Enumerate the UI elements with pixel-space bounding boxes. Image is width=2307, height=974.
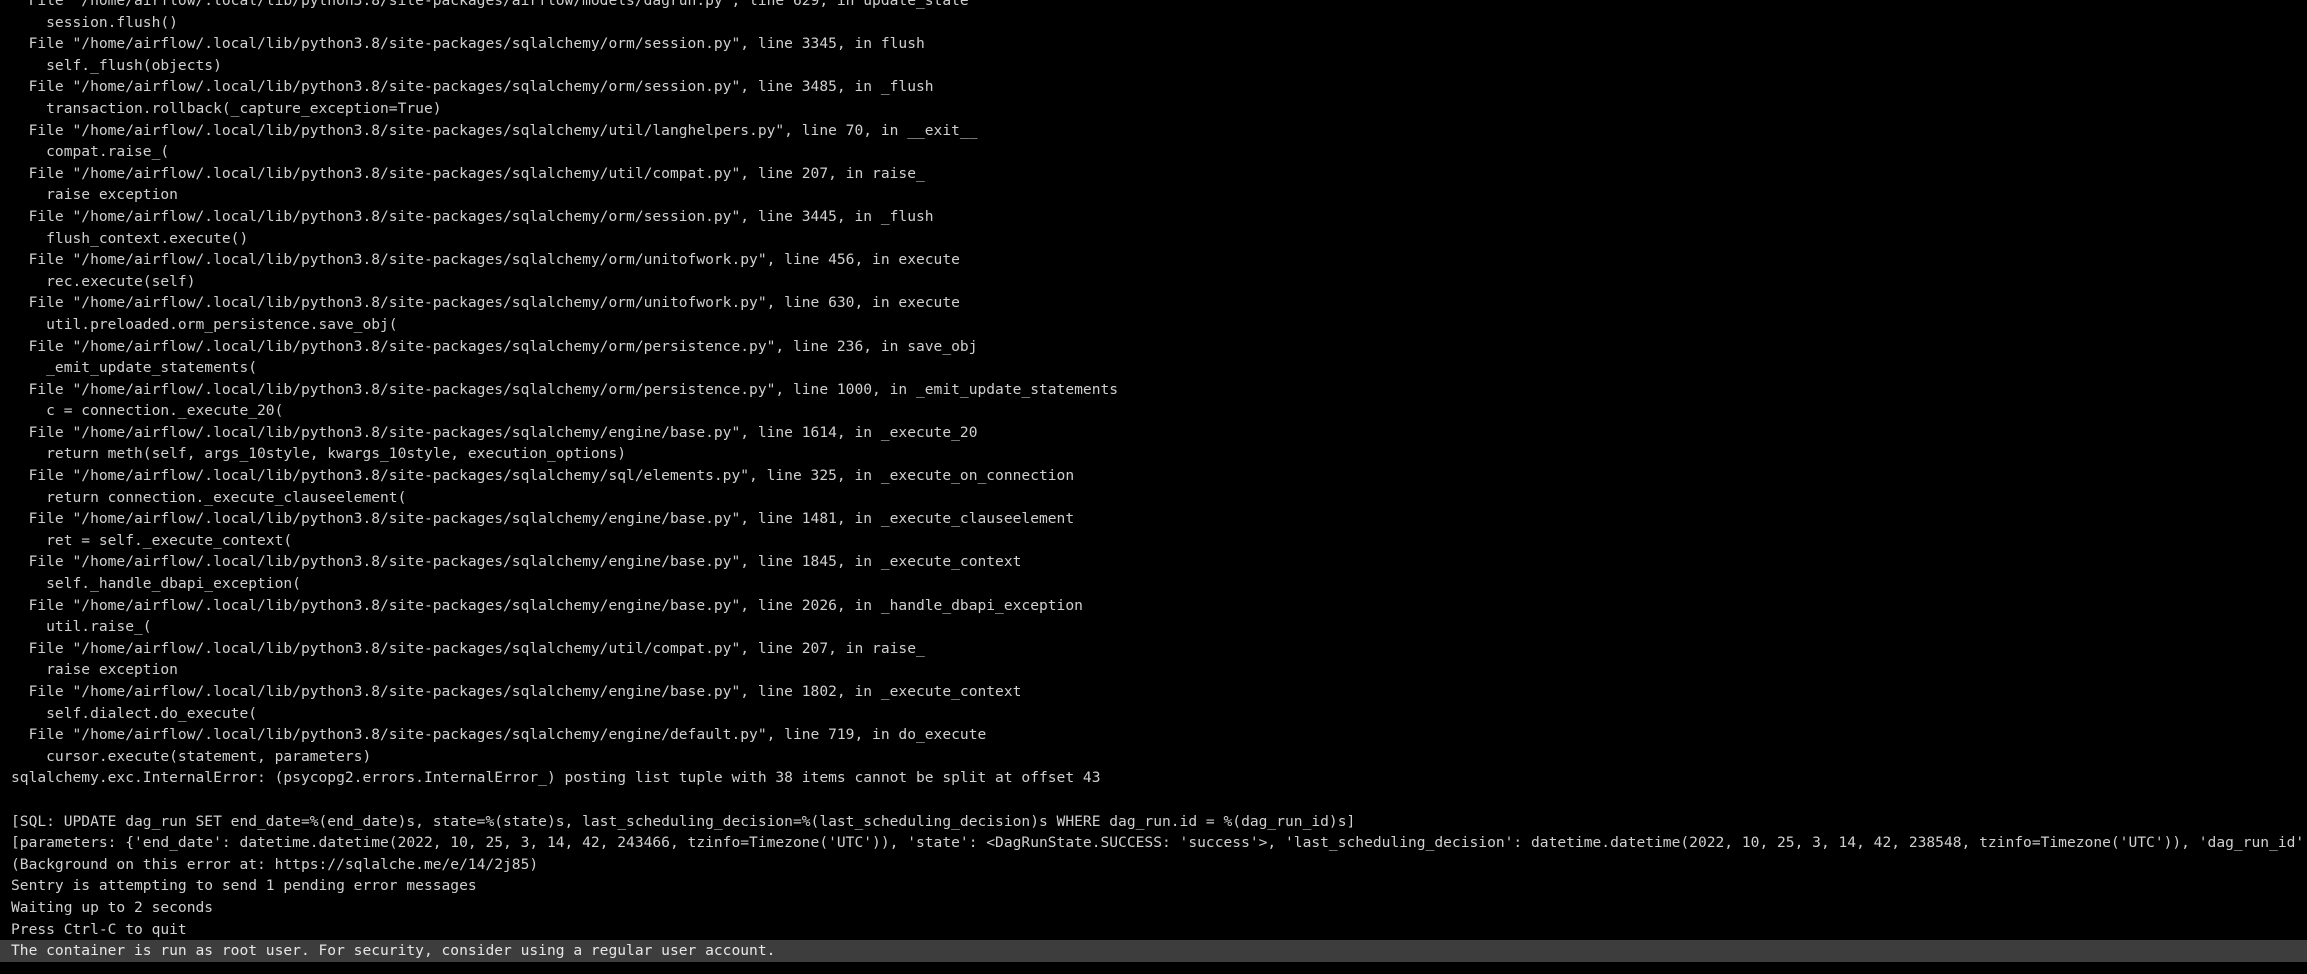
terminal-line: rec.execute(self): [11, 272, 196, 290]
terminal-line: compat.raise_(: [11, 143, 170, 161]
terminal-line: self.dialect.do_execute(: [11, 704, 258, 722]
terminal-line: File "/home/airflow/.local/lib/python3.8…: [11, 423, 978, 441]
terminal-line: transaction.rollback(_capture_exception=…: [11, 99, 442, 117]
terminal-line: _emit_update_statements(: [11, 359, 258, 377]
terminal-line: util.preloaded.orm_persistence.save_obj(: [11, 315, 398, 333]
terminal-line: File "/home/airflow/.local/lib/python3.8…: [11, 337, 978, 355]
terminal-line: raise exception: [11, 186, 178, 204]
terminal-line: File "/home/airflow/.local/lib/python3.8…: [11, 121, 978, 139]
sql-statement-line: [SQL: UPDATE dag_run SET end_date=%(end_…: [11, 812, 1356, 830]
terminal-line: File "/home/airflow/.local/lib/python3.8…: [11, 639, 925, 657]
error-message-line: sqlalchemy.exc.InternalError: (psycopg2.…: [11, 769, 1101, 787]
container-status-bar: The container is run as root user. For s…: [0, 940, 2307, 962]
terminal-line: Waiting up to 2 seconds: [11, 898, 214, 916]
terminal-line: self._handle_dbapi_exception(: [11, 575, 301, 593]
terminal-line: File "/home/airflow/.local/lib/python3.8…: [11, 164, 925, 182]
terminal-line: Press Ctrl-C to quit: [11, 920, 187, 938]
terminal-line: File "/home/airflow/.local/lib/python3.8…: [11, 78, 934, 96]
terminal-line: cursor.execute(statement, parameters): [11, 747, 372, 765]
terminal-line: File "/home/airflow/.local/lib/python3.8…: [11, 467, 1075, 485]
terminal-line: self._flush(objects): [11, 56, 222, 74]
terminal-line: File "/home/airflow/.local/lib/python3.8…: [11, 35, 925, 53]
terminal-window[interactable]: File "/home/airflow/.local/lib/python3.8…: [0, 0, 2307, 974]
terminal-line: File "/home/airflow/.local/lib/python3.8…: [11, 553, 1022, 571]
terminal-line: File "/home/airflow/.local/lib/python3.8…: [11, 683, 1022, 700]
terminal-line: flush_context.execute(): [11, 229, 249, 247]
terminal-line: ret = self._execute_context(: [11, 531, 293, 549]
terminal-line: File "/home/airflow/.local/lib/python3.8…: [11, 596, 1083, 614]
terminal-output: File "/home/airflow/.local/lib/python3.8…: [11, 0, 2307, 940]
terminal-line: session.flush(): [11, 13, 178, 31]
terminal-line: File "/home/airflow/.local/lib/python3.8…: [11, 0, 969, 9]
terminal-line: File "/home/airflow/.local/lib/python3.8…: [11, 251, 960, 269]
terminal-line: File "/home/airflow/.local/lib/python3.8…: [11, 207, 934, 225]
terminal-line: return connection._execute_clauseelement…: [11, 488, 407, 506]
terminal-line: util.raise_(: [11, 618, 152, 636]
terminal-line: File "/home/airflow/.local/lib/python3.8…: [11, 510, 1075, 528]
terminal-line: File "/home/airflow/.local/lib/python3.8…: [11, 380, 1119, 398]
parameters-line: [parameters: {'end_date': datetime.datet…: [11, 834, 2307, 852]
terminal-line: File "/home/airflow/.local/lib/python3.8…: [11, 294, 960, 312]
terminal-line: raise exception: [11, 661, 178, 679]
terminal-line: return meth(self, args_10style, kwargs_1…: [11, 445, 627, 463]
background-link-line: (Background on this error at: https://sq…: [11, 855, 539, 873]
terminal-line: Sentry is attempting to send 1 pending e…: [11, 877, 477, 895]
terminal-line: c = connection._execute_20(: [11, 402, 284, 420]
terminal-line: File "/home/airflow/.local/lib/python3.8…: [11, 726, 987, 744]
